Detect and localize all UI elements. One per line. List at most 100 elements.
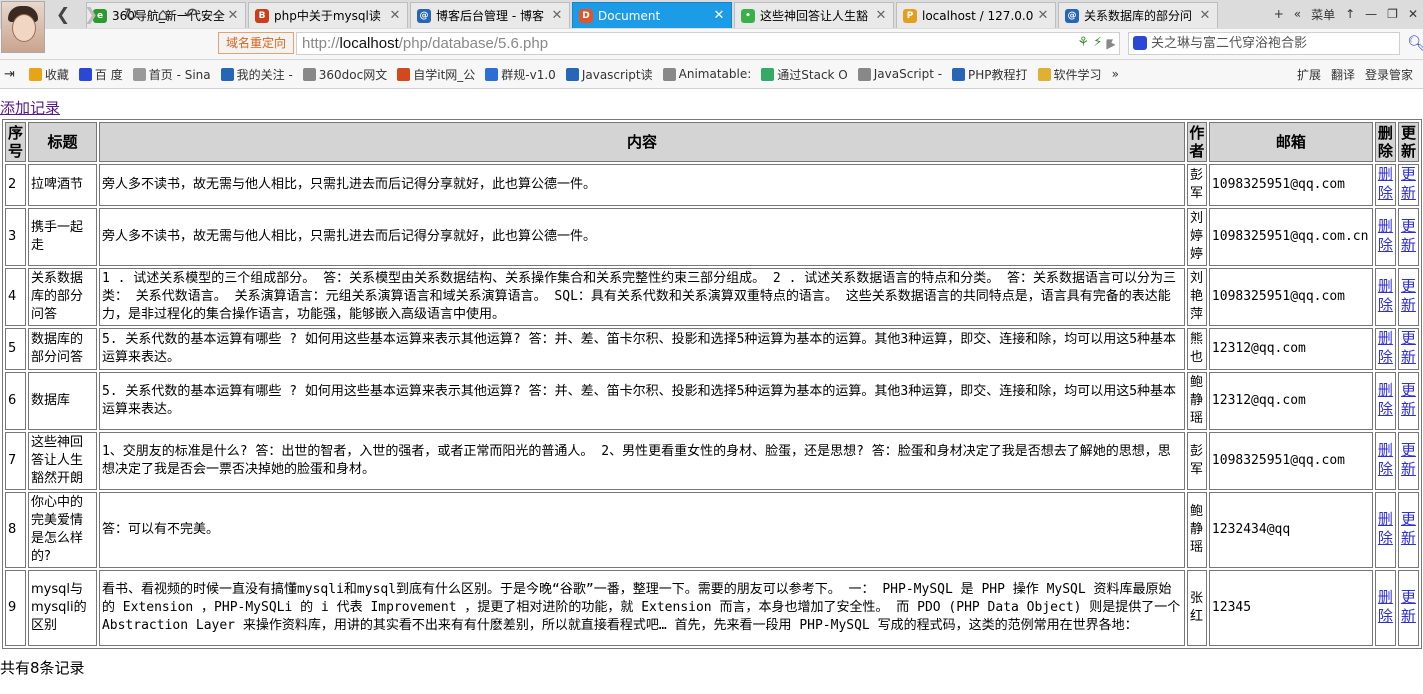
bookmark-label: 百 度 (94, 67, 123, 82)
bookmark-1[interactable]: 百 度 (78, 66, 123, 83)
delete-link[interactable]: 删除 (1378, 381, 1393, 418)
bookmark-label: 首页 - Sina (148, 67, 211, 82)
bookmark-label: 360doc网文 (318, 67, 388, 82)
delete-link[interactable]: 删除 (1378, 588, 1393, 625)
table-row: 2 拉啤酒节 旁人多不读书，故无需与他人相比，只需扎进去而后记得分享就好，此也算公德… (5, 164, 1419, 206)
bookmark-7[interactable]: Javascript读 (565, 66, 653, 83)
tab-4[interactable]: • 这些神回答让人生豁 ✕ (734, 2, 894, 28)
table-row: 3 携手一起走 旁人多不读书，故无需与他人相比，只需扎进去而后记得分享就好，此也算公… (5, 208, 1419, 266)
tab-2[interactable]: @ 博客后台管理 - 博客 ✕ (410, 2, 570, 28)
new-tab-icon[interactable]: + (1274, 7, 1284, 21)
table-row: 5 数据库的部分问答 5. 关系代数的基本运算有哪些 ? 如何用这些基本运算来表示其… (5, 328, 1419, 370)
cell-id: 5 (5, 328, 26, 370)
login-manager-button[interactable]: 登录管家 (1365, 66, 1413, 83)
maximize-icon[interactable]: ❐ (1387, 7, 1398, 21)
bookmark-favicon-icon (1037, 67, 1051, 81)
delete-link[interactable]: 删除 (1378, 217, 1393, 254)
tab-1[interactable]: Bphp中关于mysql读 ✕ (248, 2, 408, 28)
bookmark-5[interactable]: 自学it网_公 (397, 66, 475, 83)
table-row: 9 mysql与mysqli的区别 看书、看视频的时候一直没有搞懂mysqli和my… (5, 570, 1419, 646)
tab-close-icon[interactable]: ✕ (389, 8, 401, 23)
delete-link[interactable]: 删除 (1378, 329, 1393, 366)
bookmark-0[interactable]: 收藏 (28, 66, 69, 83)
tab-close-icon[interactable]: ✕ (875, 8, 887, 23)
cell-update: 更新 (1397, 208, 1419, 266)
search-icon[interactable]: 🔍︎ (1407, 34, 1423, 52)
bookmark-8[interactable]: Animatable: (662, 67, 751, 81)
bookmark-3[interactable]: 我的关注 - (220, 66, 293, 83)
bookmark-favicon-icon (662, 67, 676, 81)
bookmark-label: JavaScript - (873, 67, 943, 81)
update-link[interactable]: 更新 (1401, 510, 1416, 547)
back-icon[interactable]: ❮ (52, 4, 74, 26)
tab-close-icon[interactable]: ✕ (713, 8, 725, 23)
cell-id: 3 (5, 208, 26, 266)
forward-icon[interactable]: ❯ (80, 4, 102, 26)
bookmark-label: Javascript读 (581, 67, 653, 82)
update-link[interactable]: 更新 (1401, 441, 1416, 478)
home-icon[interactable]: ⌂ (152, 4, 174, 26)
bookmarks-right: 扩展 翻译 登录管家 (1290, 60, 1423, 88)
tab-close-icon[interactable]: ✕ (1199, 8, 1211, 23)
update-link[interactable]: 更新 (1401, 588, 1416, 625)
add-record-link[interactable]: 添加记录 (0, 97, 60, 118)
bookmark-9[interactable]: 通过Stack O (761, 66, 848, 83)
delete-link[interactable]: 删除 (1378, 277, 1393, 314)
update-link[interactable]: 更新 (1401, 381, 1416, 418)
cell-author: 彭军 (1186, 164, 1207, 206)
delete-link[interactable]: 删除 (1378, 510, 1393, 547)
tab-list-icon[interactable]: « (1294, 7, 1301, 21)
bookmark-2[interactable]: 首页 - Sina (132, 66, 211, 83)
bookmark-4[interactable]: 360doc网文 (302, 66, 388, 83)
cell-title: 你心中的完美爱情是怎么样的? (27, 492, 97, 568)
bookmark-13[interactable]: » (1112, 67, 1119, 81)
update-link[interactable]: 更新 (1401, 329, 1416, 366)
bookmark-list: 收藏 百 度 首页 - Sina 我的关注 - 360doc网文 自学it网_公 群规-v1… (28, 66, 1129, 83)
extensions-button[interactable]: 扩展 (1297, 66, 1321, 83)
cell-title: 关系数据库的部分问答 (27, 268, 97, 326)
tab-5[interactable]: Plocalhost / 127.0.0 ✕ (896, 2, 1056, 28)
cell-title: 数据库 (27, 372, 97, 430)
table-row: 8 你心中的完美爱情是怎么样的? 答：可以有不完美。 鲍静瑶 1232434@qq 删除更… (5, 492, 1419, 568)
user-avatar[interactable] (1, 1, 45, 53)
redirect-badge[interactable]: 域名重定向 (218, 32, 294, 54)
tab-close-icon[interactable]: ✕ (1037, 8, 1049, 23)
bookmark-11[interactable]: PHP教程打 (952, 66, 1028, 83)
cell-title: 这些神回答让人生豁然开朗 (27, 432, 97, 490)
tab-6[interactable]: @ 关系数据库的部分问 ✕ (1058, 2, 1218, 28)
tab-close-icon[interactable]: ✕ (227, 8, 239, 23)
play-arrow-icon[interactable]: ▶ (1100, 33, 1122, 55)
delete-link[interactable]: 删除 (1378, 441, 1393, 478)
search-input[interactable]: 关之琳与富二代穿浴袍合影 (1128, 32, 1400, 55)
menu-button[interactable]: 菜单 (1311, 6, 1335, 23)
close-window-icon[interactable]: ✕ (1408, 7, 1418, 21)
tab-favicon-icon: • (741, 8, 755, 23)
bookmark-6[interactable]: 群规-v1.0 (485, 66, 556, 83)
shirt-icon[interactable]: ↑ (1345, 7, 1355, 21)
url-text[interactable]: http://localhost/php/database/5.6.php (302, 35, 548, 52)
tab-3[interactable]: D Document ✕ (572, 2, 732, 28)
sidebar-toggle-icon[interactable]: ⇥ (4, 67, 15, 82)
cell-delete: 删除 (1374, 492, 1396, 568)
address-bar[interactable]: http://localhost/php/database/5.6.php ⚘ … (296, 32, 1120, 55)
delete-link[interactable]: 删除 (1378, 165, 1393, 202)
minimize-icon[interactable]: — (1365, 7, 1377, 21)
cell-delete: 删除 (1374, 208, 1396, 266)
update-link[interactable]: 更新 (1401, 217, 1416, 254)
refresh-icon[interactable]: ↻ (120, 4, 142, 26)
cell-email: 1098325951@qq.com (1208, 164, 1373, 206)
cell-delete: 删除 (1374, 570, 1396, 646)
update-link[interactable]: 更新 (1401, 165, 1416, 202)
cell-title: 携手一起走 (27, 208, 97, 266)
translate-button[interactable]: 翻译 (1331, 66, 1355, 83)
cell-delete: 删除 (1374, 268, 1396, 326)
tab-close-icon[interactable]: ✕ (551, 8, 563, 23)
cell-content: 答：可以有不完美。 (98, 492, 1185, 568)
cell-author: 鲍静瑶 (1186, 492, 1207, 568)
cell-author: 张红 (1186, 570, 1207, 646)
bookmark-12[interactable]: 软件学习 (1037, 66, 1102, 83)
update-link[interactable]: 更新 (1401, 277, 1416, 314)
cell-update: 更新 (1397, 268, 1419, 326)
undo-icon[interactable]: ↶ (180, 4, 202, 26)
bookmark-10[interactable]: JavaScript - (857, 67, 943, 81)
